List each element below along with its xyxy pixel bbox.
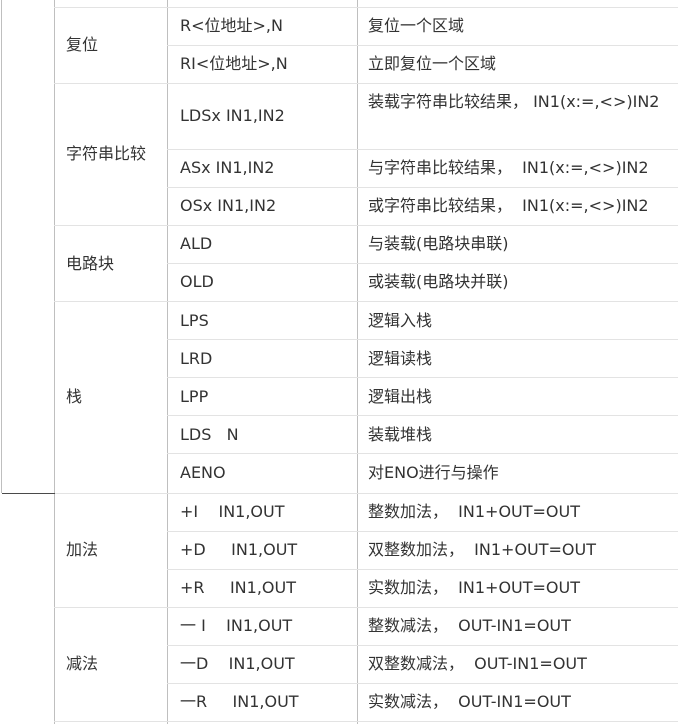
row-border (167, 263, 678, 264)
row-border (54, 225, 678, 226)
column-divider-2 (357, 0, 358, 724)
description-cell: 与字符串比较结果， IN1(x:=,<>)IN2 (368, 158, 649, 177)
instruction-cell: LDSx IN1,IN2 (180, 106, 285, 125)
instruction-cell: 一D IN1,OUT (180, 654, 295, 673)
instruction-cell: LDS N (180, 425, 239, 444)
group-label-add: 加法 (66, 540, 99, 559)
row-border (167, 453, 678, 454)
instruction-cell: AENO (180, 463, 226, 482)
description-cell: 整数减法， OUT-IN1=OUT (368, 616, 571, 635)
row-border (167, 645, 678, 646)
row-border (167, 569, 678, 570)
group-label-subtract: 减法 (66, 654, 99, 673)
instruction-cell: LPS (180, 311, 209, 330)
row-border (54, 493, 678, 494)
instruction-cell: OLD (180, 272, 214, 291)
description-cell: 对ENO进行与操作 (368, 463, 499, 482)
instruction-cell: LPP (180, 387, 209, 406)
row-border (167, 531, 678, 532)
row-border (167, 415, 678, 416)
description-cell: 实数加法， IN1+OUT=OUT (368, 578, 581, 597)
group-label-reset: 复位 (66, 35, 99, 54)
description-cell: 与装载(电路块串联) (368, 234, 509, 253)
instruction-cell: R<位地址>,N (180, 16, 283, 35)
instruction-cell: 一R IN1,OUT (180, 692, 299, 711)
instruction-cell: +R IN1,OUT (180, 578, 296, 597)
instruction-cell: 一 I IN1,OUT (180, 616, 293, 635)
description-cell: 逻辑出栈 (368, 387, 433, 406)
description-cell: 装载堆栈 (368, 425, 433, 444)
description-cell: 或装载(电路块并联) (368, 272, 509, 291)
description-cell: 逻辑读栈 (368, 349, 433, 368)
instruction-cell: ALD (180, 234, 213, 253)
table-left-border-lower (54, 0, 55, 724)
row-border (167, 683, 678, 684)
instruction-cell: ASx IN1,IN2 (180, 158, 275, 177)
row-border (54, 301, 678, 302)
instruction-cell: OSx IN1,IN2 (180, 196, 277, 215)
instruction-cell: +I IN1,OUT (180, 502, 285, 521)
group-label-circuit-block: 电路块 (66, 254, 115, 273)
row-border (167, 187, 678, 188)
column-divider-1 (167, 0, 168, 724)
group-label-string-compare: 字符串比较 (66, 144, 147, 163)
row-border (54, 7, 678, 8)
row-border (167, 339, 678, 340)
instruction-cell: LRD (180, 349, 213, 368)
description-cell: 整数加法， IN1+OUT=OUT (368, 502, 581, 521)
row-border (54, 607, 678, 608)
description-cell: 立即复位一个区域 (368, 54, 497, 73)
description-cell: 双整数加法， IN1+OUT=OUT (368, 540, 597, 559)
description-cell: 或字符串比较结果， IN1(x:=,<>)IN2 (368, 196, 649, 215)
description-cell: 双整数减法， OUT-IN1=OUT (368, 654, 587, 673)
row-border (167, 149, 678, 150)
instruction-cell: +D IN1,OUT (180, 540, 298, 559)
row-border (167, 377, 678, 378)
group-label-stack: 栈 (66, 387, 83, 406)
description-cell: 实数减法， OUT-IN1=OUT (368, 692, 571, 711)
row-border (167, 45, 678, 46)
row-border (54, 721, 678, 722)
instruction-cell: RI<位地址>,N (180, 54, 288, 73)
row-border (54, 83, 678, 84)
table-left-border-upper (1, 0, 2, 493)
description-cell: 装载字符串比较结果， IN1(x:=,<>)IN2 (368, 92, 660, 111)
description-cell: 逻辑入栈 (368, 311, 433, 330)
section-divider (2, 493, 55, 494)
description-cell: 复位一个区域 (368, 16, 465, 35)
